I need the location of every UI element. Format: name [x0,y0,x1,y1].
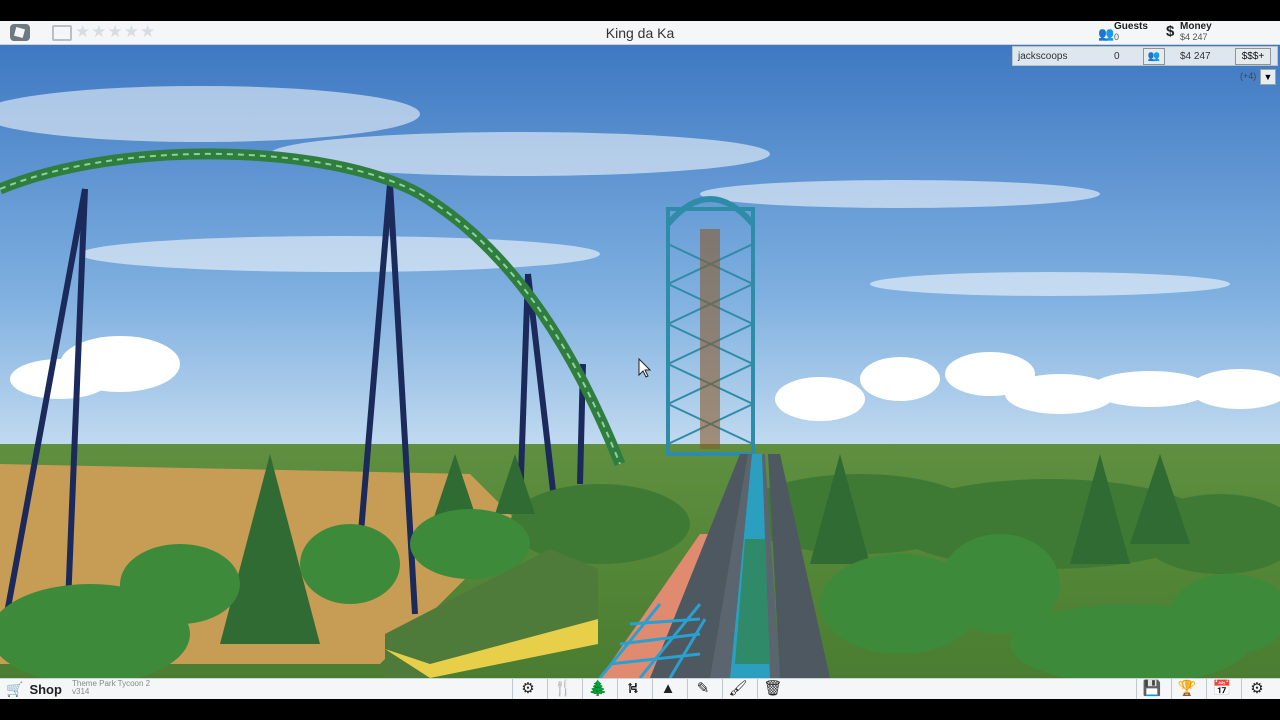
food-tool-icon[interactable]: 🍴 [547,679,578,699]
bottom-hud-bar: 🛒 Shop Theme Park Tycoon 2 v314 ⚙ 🍴 🌲 ⛕ ▲ ✎ 🖌 🗑 … [0,678,1280,700]
collapse-players-button[interactable]: ▼ [1260,69,1276,85]
guests-value: 0 [1114,32,1120,42]
money-label: Money [1180,21,1212,32]
money-stat: Money $4 247 [1180,22,1212,43]
give-money-button[interactable]: $$$+ [1235,48,1271,65]
guests-label: Guests [1114,21,1148,32]
top-hud-bar: ★★★★★ King da Ka 👥 Guests 0 $ Money $4 2… [0,21,1280,45]
player-guests-button[interactable]: 👥 [1143,48,1165,65]
game-name: Theme Park Tycoon 2 v314 [72,680,150,696]
player-list-row[interactable]: jackscoops 0 👥 $4 247 $$$+ [1012,46,1278,66]
window-top-letterbox [0,0,1280,21]
paint-tool-icon[interactable]: 🖌 [722,679,753,699]
money-icon: $ [1166,23,1175,40]
settings-gear-icon[interactable]: ⚙ [1241,679,1272,699]
terrain-tool-icon[interactable]: ▲ [652,679,683,699]
park-title: King da Ka [605,25,675,41]
paths-tool-icon[interactable]: ⛕ [617,679,648,699]
player-guests: 0 [1114,51,1120,62]
guests-icon: 👥 [1098,26,1115,41]
shop-label: Shop [29,682,62,697]
window-bottom-letterbox [0,699,1280,720]
more-players-count: (+4) [1240,71,1257,81]
money-value: $4 247 [1180,32,1208,42]
build-toolbar: ⚙ 🍴 🌲 ⛕ ▲ ✎ 🖌 🗑 [512,679,788,700]
right-toolbar: 💾 🏆 📅 ⚙ [1136,679,1272,699]
trophy-icon[interactable]: 🏆 [1171,679,1202,699]
mouse-cursor [638,358,652,378]
delete-tool-icon[interactable]: 🗑 [757,679,788,699]
player-money: $4 247 [1180,51,1211,62]
shopping-cart-icon: 🛒 [6,681,24,697]
guests-stat: Guests 0 [1114,22,1148,43]
player-name: jackscoops [1018,51,1068,62]
game-version: v314 [72,687,90,696]
calendar-icon[interactable]: 📅 [1206,679,1237,699]
rides-tool-icon[interactable]: ⚙ [512,679,543,699]
shop-button[interactable]: 🛒 Shop [6,681,62,698]
scenery-tool-icon[interactable]: 🌲 [582,679,613,699]
save-icon[interactable]: 💾 [1136,679,1167,699]
eyedropper-tool-icon[interactable]: ✎ [687,679,718,699]
